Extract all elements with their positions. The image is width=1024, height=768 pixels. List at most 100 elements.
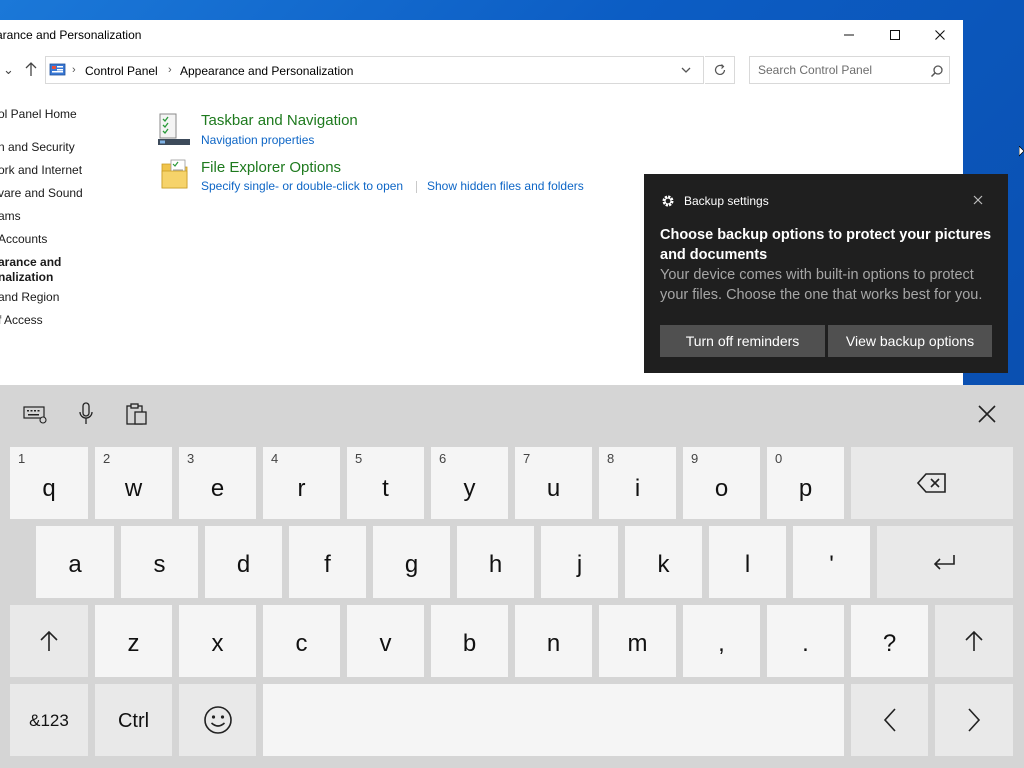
key-b[interactable]: b xyxy=(431,605,508,677)
key-c[interactable]: c xyxy=(263,605,340,677)
shift-up-arrow-icon xyxy=(10,605,88,677)
key-l[interactable]: l xyxy=(709,526,786,598)
enter-key[interactable] xyxy=(877,526,1013,598)
minimize-icon xyxy=(844,34,854,36)
key-u[interactable]: 7u xyxy=(515,447,592,519)
task-title-file-explorer-options[interactable]: File Explorer Options xyxy=(201,159,341,176)
key-f[interactable]: f xyxy=(289,526,366,598)
maximize-icon xyxy=(890,30,900,40)
recent-locations-chevron-icon[interactable]: ⌄ xyxy=(3,62,14,78)
navigation-bar: ⌄ › Control Panel › Appearance and Perso… xyxy=(0,56,963,86)
breadcrumb-chevron-icon[interactable]: › xyxy=(72,64,76,76)
clipboard-button[interactable] xyxy=(122,400,152,428)
key-q[interactable]: 1q xyxy=(10,447,88,519)
breadcrumb-chevron-icon[interactable]: › xyxy=(168,64,172,76)
toast-app-name: Backup settings xyxy=(684,194,769,208)
key-a[interactable]: a xyxy=(36,526,114,598)
breadcrumb-control-panel[interactable]: Control Panel xyxy=(85,64,158,78)
space-key[interactable] xyxy=(263,684,844,756)
key-k[interactable]: k xyxy=(625,526,702,598)
close-icon xyxy=(935,30,945,40)
key-w[interactable]: 2w xyxy=(95,447,172,519)
close-keyboard-button[interactable] xyxy=(972,400,1002,428)
key-n[interactable]: n xyxy=(515,605,592,677)
link-separator xyxy=(416,181,417,193)
microphone-button[interactable] xyxy=(71,400,101,428)
key-o[interactable]: 9o xyxy=(683,447,760,519)
emoji-key[interactable] xyxy=(179,684,256,756)
sidebar-item-clock-and-region[interactable]: and Region xyxy=(0,290,59,304)
key-j[interactable]: j xyxy=(541,526,618,598)
key-question[interactable]: ? xyxy=(851,605,928,677)
key-x[interactable]: x xyxy=(179,605,256,677)
chevron-right-icon xyxy=(935,684,1013,756)
minimize-button[interactable] xyxy=(826,20,872,50)
toast-heading: Choose backup options to protect your pi… xyxy=(660,227,992,263)
taskbar-icon[interactable] xyxy=(157,113,191,152)
task-link-show-hidden-files[interactable]: Show hidden files and folders xyxy=(427,179,584,193)
gear-icon xyxy=(661,194,675,213)
right-arrow-key[interactable] xyxy=(935,684,1013,756)
key-s[interactable]: s xyxy=(121,526,198,598)
symbols-key[interactable]: &123 xyxy=(10,684,88,756)
view-backup-options-button[interactable]: View backup options xyxy=(828,325,992,357)
control-panel-icon xyxy=(49,62,67,83)
key-v[interactable]: v xyxy=(347,605,424,677)
shift-up-arrow-icon xyxy=(935,605,1013,677)
search-input[interactable] xyxy=(751,58,921,82)
key-r[interactable]: 4r xyxy=(263,447,340,519)
emoji-smiley-icon xyxy=(179,684,256,756)
task-title-taskbar[interactable]: Taskbar and Navigation xyxy=(201,112,358,129)
key-h[interactable]: h xyxy=(457,526,534,598)
keyboard-settings-button[interactable] xyxy=(20,400,50,428)
task-link-single-double-click[interactable]: Specify single- or double-click to open xyxy=(201,179,403,193)
close-keyboard-icon xyxy=(978,405,996,423)
turn-off-reminders-button[interactable]: Turn off reminders xyxy=(660,325,825,357)
window-title: arance and Personalization xyxy=(0,28,142,42)
key-e[interactable]: 3e xyxy=(179,447,256,519)
sidebar-item-control-panel-home[interactable]: ol Panel Home xyxy=(0,107,77,121)
enter-icon xyxy=(877,526,1013,598)
backspace-icon xyxy=(851,447,1013,519)
toast-close-icon[interactable] xyxy=(972,193,984,211)
key-m[interactable]: m xyxy=(599,605,676,677)
sidebar-item-network-and-internet[interactable]: ork and Internet xyxy=(0,163,82,177)
breadcrumb-appearance[interactable]: Appearance and Personalization xyxy=(180,64,353,78)
sidebar-item-system-and-security[interactable]: n and Security xyxy=(0,140,75,154)
sidebar-item-programs[interactable]: ams xyxy=(0,209,21,223)
up-arrow-icon[interactable] xyxy=(24,61,38,82)
sidebar-item-user-accounts[interactable]: Accounts xyxy=(0,232,47,246)
key-t[interactable]: 5t xyxy=(347,447,424,519)
key-i[interactable]: 8i xyxy=(599,447,676,519)
key-comma[interactable]: , xyxy=(683,605,760,677)
search-icon[interactable] xyxy=(930,64,944,83)
key-p[interactable]: 0p xyxy=(767,447,844,519)
refresh-button[interactable] xyxy=(705,56,735,84)
left-arrow-key[interactable] xyxy=(851,684,928,756)
key-g[interactable]: g xyxy=(373,526,450,598)
key-z[interactable]: z xyxy=(95,605,172,677)
sidebar-item-label: nalization xyxy=(0,270,54,284)
shift-key-right[interactable] xyxy=(935,605,1013,677)
keyboard-settings-icon xyxy=(23,406,47,424)
key-apostrophe[interactable]: ' xyxy=(793,526,870,598)
backup-toast-notification[interactable]: Backup settings Choose backup options to… xyxy=(644,174,1008,373)
key-period[interactable]: . xyxy=(767,605,844,677)
folder-options-icon[interactable] xyxy=(160,158,190,195)
microphone-icon xyxy=(79,402,93,424)
sidebar-item-ease-of-access[interactable]: f Access xyxy=(0,313,43,327)
sidebar-item-appearance-active[interactable]: arance and nalization xyxy=(0,255,61,285)
sidebar-item-hardware-and-sound[interactable]: vare and Sound xyxy=(0,186,83,200)
key-d[interactable]: d xyxy=(205,526,282,598)
backspace-key[interactable] xyxy=(851,447,1013,519)
shift-key-left[interactable] xyxy=(10,605,88,677)
refresh-icon xyxy=(714,64,725,76)
key-y[interactable]: 6y xyxy=(431,447,508,519)
maximize-button[interactable] xyxy=(872,20,918,50)
address-bar[interactable]: › Control Panel › Appearance and Persona… xyxy=(45,56,704,84)
ctrl-key[interactable]: Ctrl xyxy=(95,684,172,756)
toast-body: Your device comes with built-in options … xyxy=(660,267,983,303)
close-window-button[interactable] xyxy=(917,20,963,50)
chevron-down-icon[interactable] xyxy=(680,63,692,81)
task-link-navigation-properties[interactable]: Navigation properties xyxy=(201,133,314,147)
